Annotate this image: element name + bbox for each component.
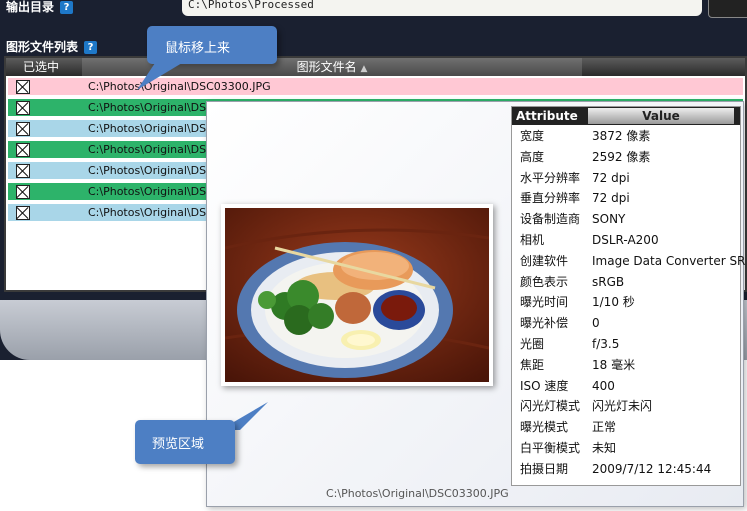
attribute-row: 光圈 f/3.5 [512,334,740,355]
browse-button[interactable] [708,0,747,18]
attribute-row: ISO 速度 400 [512,376,740,397]
row-filename: C:\Photos\Original\DSC [88,122,214,135]
attribute-key: 拍摄日期 [520,461,569,476]
attribute-key: 曝光补偿 [520,316,569,331]
value-column-header: Value [588,108,734,124]
attribute-key: 光圈 [520,337,545,351]
attribute-row: 相机 DSLR-A200 [512,230,740,251]
attribute-value: 正常 [592,420,617,435]
sort-ascending-icon: ▲ [360,64,368,74]
row-checkbox[interactable] [16,80,30,94]
attribute-value: 3872 像素 [592,129,651,143]
attribute-key: 闪光灯模式 [520,399,581,414]
attribute-value: 400 [592,378,615,393]
attribute-value: 72 dpi [592,191,630,206]
attribute-column-header: Attribute [516,109,578,123]
attribute-row: 垂直分辨率 72 dpi [512,188,740,209]
attribute-key: 创建软件 [520,253,569,268]
row-checkbox[interactable] [16,206,30,220]
attribute-key: 白平衡模式 [520,441,581,455]
attribute-key: ISO 速度 [520,378,569,393]
attribute-row: 宽度 3872 像素 [512,126,740,147]
preview-photo-frame [221,204,493,386]
attribute-value: 2009/7/12 12:45:44 [592,461,712,476]
hover-callout-pointer [137,60,187,90]
attribute-key: 颜色表示 [520,274,569,289]
attribute-row: 曝光补偿 0 [512,313,740,334]
file-list-header: 已选中 图形文件名 ▲ [6,58,745,76]
row-checkbox[interactable] [16,164,30,178]
attribute-row: 水平分辨率 72 dpi [512,168,740,189]
row-checkbox[interactable] [16,185,30,199]
file-list-label-text: 图形文件列表 [6,40,79,54]
attribute-row: 创建软件 Image Data Converter SR [512,251,745,272]
attribute-value: DSLR-A200 [592,233,659,247]
attribute-key: 水平分辨率 [520,170,581,185]
column-header-checked[interactable]: 已选中 [6,58,76,76]
attribute-row: 曝光模式 正常 [512,417,740,438]
attribute-panel: Attribute Value 宽度 3872 像素高度 2592 像素 水平分辨率 7… [511,106,745,486]
attribute-row: 白平衡模式 未知 [512,438,740,459]
attribute-value: 2592 像素 [592,149,651,164]
attribute-panel-header: Attribute Value [512,107,740,125]
row-filename: C:\Photos\Original\DSC [88,185,214,198]
row-filename: C:\Photos\Original\DSC [88,164,214,177]
attribute-value: sRGB [592,274,625,289]
attribute-row: 拍摄日期 2009/7/12 12:45:44 [512,459,740,480]
attribute-key: 设备制造商 [520,212,581,227]
attribute-row: 设备制造商 SONY [512,209,740,230]
hover-callout-text: 鼠标移上来 [165,41,231,56]
attribute-value: Image Data Converter SR [592,253,746,268]
attribute-value: 18 毫米 [592,357,636,372]
attribute-key: 曝光时间 [520,295,569,310]
attribute-key: 曝光模式 [520,420,569,435]
row-filename: C:\Photos\Original\DSC [88,143,214,156]
attribute-row: 闪光灯模式 闪光灯未闪 [512,396,740,417]
output-dir-label-text: 输出目录 [6,0,55,14]
attribute-row: 高度 2592 像素 [512,147,740,168]
preview-callout-text: 预览区域 [152,437,205,452]
file-list-label: 图形文件列表? [6,38,98,55]
row-filename: C:\Photos\Original\DSC [88,206,214,219]
attribute-value: 0 [592,316,600,331]
attribute-value: 72 dpi [592,170,630,185]
row-filename: C:\Photos\Original\DSC [88,101,214,114]
row-checkbox[interactable] [16,143,30,157]
output-dir-input[interactable]: C:\Photos\Processed [182,0,702,16]
attribute-key: 高度 [520,149,545,164]
preview-caption: C:\Photos\Original\DSC03300.JPG [326,487,509,500]
attribute-key: 相机 [520,233,545,247]
file-list-help-icon[interactable]: ? [84,41,98,54]
output-dir-help-icon[interactable]: ? [60,1,74,14]
column-header-filename-text: 图形文件名 [296,60,357,74]
attribute-value: f/3.5 [592,337,620,351]
hover-callout: 鼠标移上来 [137,26,277,90]
attribute-row: 曝光时间 1/10 秒 [512,292,740,313]
attribute-row: 焦距 18 毫米 [512,355,740,376]
attribute-value: 未知 [592,441,617,455]
attribute-value: 1/10 秒 [592,295,635,310]
attribute-row: 颜色表示 sRGB [512,272,740,293]
attribute-key: 宽度 [520,129,545,143]
row-checkbox[interactable] [16,122,30,136]
file-list-row[interactable]: C:\Photos\Original\DSC03300.JPG [8,78,743,95]
preview-photo [225,208,489,382]
attribute-value: 闪光灯未闪 [592,399,653,414]
attribute-value: SONY [592,212,626,227]
attribute-key: 焦距 [520,357,545,372]
preview-callout: 预览区域 [135,420,235,464]
attribute-key: 垂直分辨率 [520,191,581,206]
row-checkbox[interactable] [16,101,30,115]
output-dir-label: 输出目录? [6,0,74,15]
